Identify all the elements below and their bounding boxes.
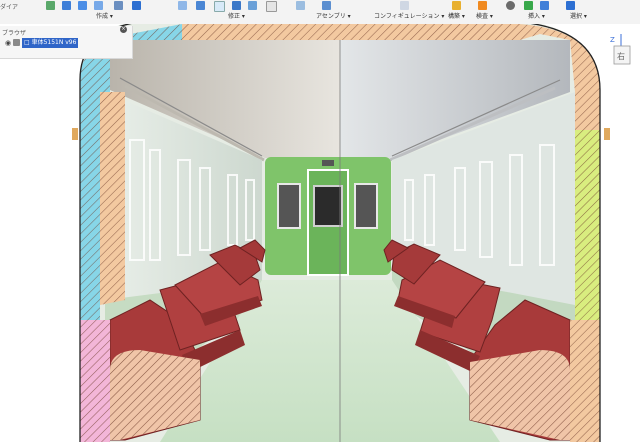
extrude-icon[interactable] <box>62 1 71 10</box>
move-copy-icon[interactable] <box>266 1 277 12</box>
measure-icon[interactable] <box>478 1 487 10</box>
loft-icon[interactable] <box>114 1 123 10</box>
modify-menu[interactable]: 修正 ▾ <box>228 11 245 20</box>
viewcube-face-label: 右 <box>617 51 625 61</box>
assemble-menu[interactable]: アセンブリ ▾ <box>316 11 351 20</box>
configure-menu[interactable]: コンフィギュレーション ▾ <box>374 11 444 20</box>
new-component-icon[interactable] <box>322 1 331 10</box>
select-menu[interactable]: 選択 ▾ <box>570 11 587 20</box>
insert-derive-icon[interactable] <box>524 1 533 10</box>
fillet-icon[interactable] <box>196 1 205 10</box>
combine-icon[interactable] <box>248 1 257 10</box>
joint-icon[interactable] <box>296 1 305 10</box>
offset-plane-icon[interactable] <box>452 1 461 10</box>
shell-icon[interactable] <box>232 1 241 10</box>
workspace-switcher-label[interactable]: ダイア <box>0 2 18 11</box>
inspect-menu[interactable]: 検査 ▾ <box>476 11 493 20</box>
ribbon-toolbar: ダイア 作成 ▾ 修正 ▾ アセンブリ ▾ コンフィギュレーション ▾ 構築 ▾… <box>0 0 640 25</box>
revolve-icon[interactable] <box>78 1 87 10</box>
viewcube[interactable]: Z 右 <box>606 32 636 72</box>
hole-icon[interactable] <box>132 1 141 10</box>
model-render <box>72 24 610 442</box>
chamfer-icon[interactable] <box>214 1 225 12</box>
browser-title: ブラウザ <box>2 30 27 37</box>
door-window <box>313 185 343 227</box>
press-pull-icon[interactable] <box>178 1 187 10</box>
end-window-left <box>277 183 301 229</box>
component-folder-icon <box>13 39 20 46</box>
3d-viewport[interactable] <box>0 24 640 442</box>
insert-menu[interactable]: 挿入 ▾ <box>528 11 545 20</box>
insert-mesh-icon[interactable] <box>506 1 515 10</box>
browser-close-icon[interactable]: × <box>120 26 127 33</box>
sweep-icon[interactable] <box>94 1 103 10</box>
z-axis-label: Z <box>610 36 615 44</box>
component-name[interactable]: □ 車体5151N v96 <box>22 38 79 48</box>
viewcube-graphic: Z 右 <box>610 34 631 65</box>
visibility-eye-icon[interactable]: ◉ <box>5 39 11 47</box>
new-sketch-icon[interactable] <box>46 1 55 10</box>
create-menu[interactable]: 作成 ▾ <box>96 11 113 20</box>
browser-panel: ブラウザ ◉ □ 車体5151N v96 <box>0 26 133 59</box>
construct-menu[interactable]: 構築 ▾ <box>448 11 465 20</box>
decal-icon[interactable] <box>540 1 549 10</box>
select-cursor-icon[interactable] <box>566 1 575 10</box>
configure-icon[interactable] <box>400 1 409 10</box>
browser-component-row[interactable]: ◉ □ 車体5151N v96 <box>2 38 128 48</box>
end-window-right <box>354 183 378 229</box>
